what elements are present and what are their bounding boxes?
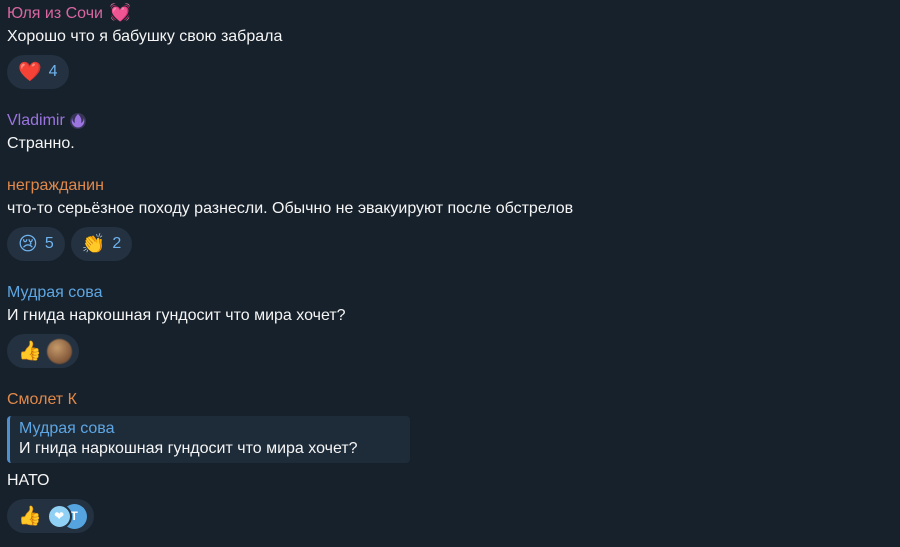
reply-text: И гнида наркошная гундосит что мира хоче…: [19, 440, 358, 457]
message-1: Юля из Сочи 💓 Хорошо что я бабушку свою …: [7, 3, 282, 89]
message-text: НАТО: [7, 472, 50, 489]
message-4: Мудрая сова И гнида наркошная гундосит ч…: [7, 283, 346, 368]
message-3: негражданин что-то серьёзное походу разн…: [7, 176, 573, 261]
reactions-bar: ❤️ 4: [7, 55, 282, 89]
reactor-avatar: ❤: [46, 503, 72, 529]
message-5: Смолет К Мудрая сова И гнида наркошная г…: [7, 390, 410, 533]
reactor-avatar: [46, 338, 72, 364]
message-text: что-то серьёзное походу разнесли. Обычно…: [7, 200, 574, 217]
reaction-heart[interactable]: ❤️ 4: [7, 55, 69, 89]
message-author[interactable]: Vladimir: [7, 111, 87, 131]
reply-quote[interactable]: Мудрая сова И гнида наркошная гундосит ч…: [7, 416, 410, 463]
reaction-count: 2: [112, 235, 122, 252]
thumbs-up-icon: 👍: [18, 340, 42, 362]
reactions-bar: 😢 5 👏 2: [7, 227, 573, 261]
reaction-thumbs-up[interactable]: 👍: [7, 334, 79, 368]
reaction-clap[interactable]: 👏 2: [70, 227, 133, 261]
author-name[interactable]: Юля из Сочи: [7, 5, 103, 22]
thumbs-up-icon: 👍: [18, 505, 42, 527]
message-2: Vladimir Странно.: [7, 111, 87, 154]
reaction-crying[interactable]: 😢 5: [7, 227, 65, 261]
reply-author: Мудрая сова: [19, 420, 115, 437]
message-text: И гнида наркошная гундосит что мира хоче…: [7, 307, 346, 324]
reaction-thumbs-up[interactable]: 👍 ❤ T: [7, 499, 94, 533]
message-text: Странно.: [7, 135, 75, 152]
message-author[interactable]: Мудрая сова: [7, 283, 346, 303]
crying-face-icon: 😢: [18, 233, 38, 255]
rebel-alliance-icon: [69, 112, 87, 130]
reaction-count: 5: [44, 235, 54, 252]
reaction-count: 4: [48, 63, 58, 80]
message-text: Хорошо что я бабушку свою забрала: [7, 28, 283, 45]
author-name[interactable]: Vladimir: [7, 111, 65, 131]
heart-icon: ❤️: [18, 61, 42, 83]
reactions-bar: 👍: [7, 334, 346, 368]
clapping-hands-icon: 👏: [81, 233, 106, 255]
heart-emoji-status: 💓: [109, 3, 131, 22]
reactor-avatars: ❤ T: [46, 503, 87, 529]
message-author[interactable]: Юля из Сочи 💓: [7, 3, 282, 24]
message-author[interactable]: Смолет К: [7, 390, 410, 410]
reactions-bar: 👍 ❤ T: [7, 499, 410, 533]
message-author[interactable]: негражданин: [7, 176, 573, 196]
